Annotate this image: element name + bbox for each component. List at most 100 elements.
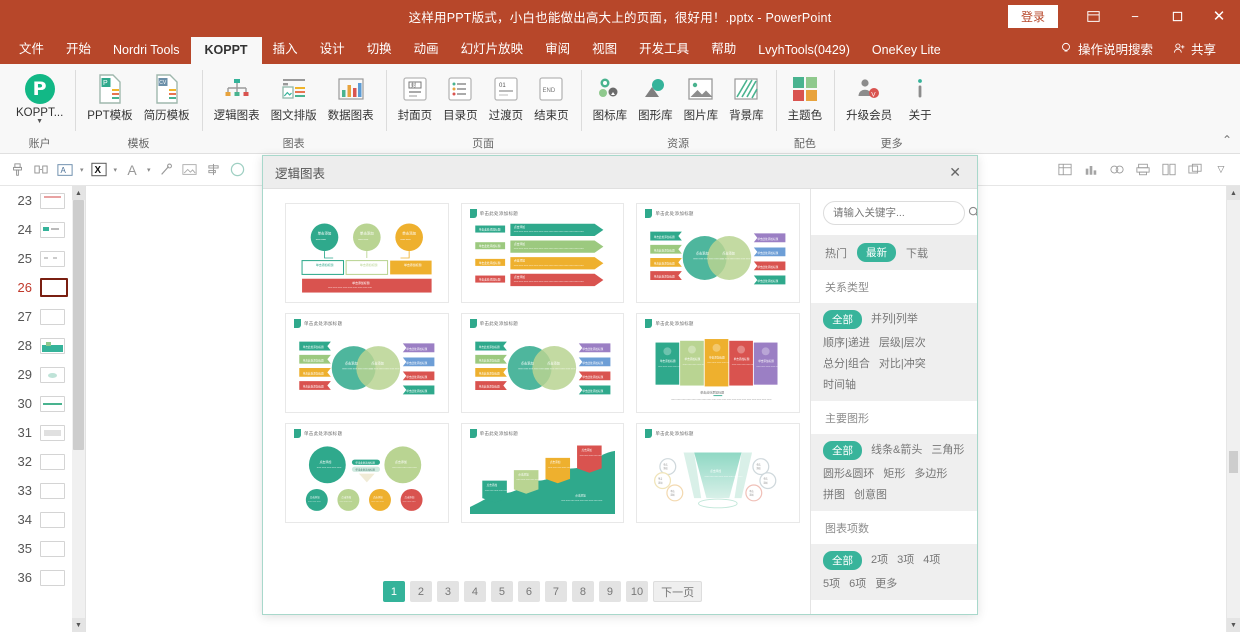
ribbon-tab-13[interactable]: LvyhTools(0429) — [747, 37, 861, 64]
chevron-down-icon[interactable]: ▼ — [36, 118, 43, 125]
filter-option-对比|冲突[interactable]: 对比|冲突 — [879, 355, 926, 371]
ribbon-button-结束页[interactable]: END 结束页 — [529, 69, 574, 126]
slide-item-35[interactable]: 35 — [0, 534, 72, 563]
ribbon-tab-12[interactable]: 帮助 — [700, 32, 747, 64]
filter-option-多边形[interactable]: 多边形 — [914, 465, 947, 481]
filter-option-层级|层次[interactable]: 层级|层次 — [879, 334, 926, 350]
chart-tool-icon[interactable] — [1080, 158, 1102, 182]
slide-thumbnail[interactable] — [40, 453, 65, 470]
slide-scroll-down-icon[interactable]: ▼ — [72, 618, 85, 632]
filter-option-创意图[interactable]: 创意图 — [854, 486, 887, 502]
dialog-close-icon[interactable]: ✕ — [945, 164, 965, 181]
ribbon-tab-0[interactable]: 文件 — [8, 32, 55, 64]
columns-tool-icon[interactable] — [1158, 158, 1180, 182]
ribbon-tab-4[interactable]: 插入 — [262, 32, 309, 64]
font-color-dropdown-icon[interactable]: ▾ — [145, 166, 153, 174]
slide-item-31[interactable]: 31 — [0, 418, 72, 447]
slide-thumbnail[interactable] — [40, 366, 65, 383]
page-button-2[interactable]: 2 — [409, 581, 432, 602]
ribbon-tab-6[interactable]: 切换 — [356, 32, 403, 64]
ribbon-tab-9[interactable]: 审阅 — [534, 32, 581, 64]
ribbon-button-图形库[interactable]: 图形库 — [633, 69, 678, 126]
slide-item-30[interactable]: 30 — [0, 389, 72, 418]
filter-option-全部[interactable]: 全部 — [823, 441, 862, 460]
filter-option-全部[interactable]: 全部 — [823, 551, 862, 570]
ribbon-button-逻辑图表[interactable]: 逻辑图表 — [209, 69, 265, 126]
main-scroll-thumb[interactable] — [1229, 451, 1238, 473]
sign-in-button[interactable]: 登录 — [1007, 4, 1058, 28]
slide-navigator-panel[interactable]: 23 24 25 26 27 28 29 30 31 32 33 34 35 36 — [0, 186, 72, 632]
smart-art-icon[interactable] — [1106, 158, 1128, 182]
filter-option-6项[interactable]: 6项 — [849, 575, 866, 591]
card-venn-banners-3[interactable]: 单击此处添加标题 点击添加 点击添加 ▪▪▪▪▪▪ ▪▪▪▪▪▪ ▪▪▪▪▪▪ ▪… — [460, 313, 625, 413]
slide-thumbnail[interactable] — [40, 511, 65, 528]
ribbon-button-图片库[interactable]: 图片库 — [679, 69, 724, 126]
slide-item-32[interactable]: 32 — [0, 447, 72, 476]
ribbon-tab-10[interactable]: 视图 — [581, 32, 628, 64]
sort-tab-最新[interactable]: 最新 — [857, 243, 896, 262]
filter-option-2项[interactable]: 2项 — [871, 551, 888, 570]
filter-option-总分|组合[interactable]: 总分|组合 — [823, 355, 870, 371]
tell-me-search[interactable]: 操作说明搜索 — [1050, 33, 1163, 64]
card-circle-cluster[interactable]: 单击此处添加标题 点击添加 点击添加 ▪▪▪▪▪▪ ▪▪▪▪▪▪ ▪▪▪▪▪▪ ▪… — [285, 423, 449, 523]
page-button-10[interactable]: 10 — [625, 581, 649, 602]
ribbon-display-options-icon[interactable] — [1072, 0, 1114, 32]
sort-tab-热门[interactable]: 热门 — [825, 245, 847, 261]
picture-replace-icon[interactable] — [179, 158, 201, 182]
slide-thumbnail[interactable] — [40, 221, 65, 238]
filter-option-3项[interactable]: 3项 — [897, 551, 914, 570]
ribbon-tab-1[interactable]: 开始 — [55, 32, 102, 64]
page-button-9[interactable]: 9 — [598, 581, 621, 602]
slide-thumbnail[interactable] — [40, 250, 65, 267]
ribbon-tab-7[interactable]: 动画 — [403, 32, 450, 64]
main-scrollbar[interactable]: ▲ ▼ — [1226, 186, 1240, 632]
ribbon-button-封面页[interactable]: 封封面页 — [393, 69, 438, 126]
share-button[interactable]: 共享 — [1163, 33, 1230, 64]
ribbon-button-数据图表[interactable]: 数据图表 — [323, 69, 379, 126]
clear-formatting-icon[interactable]: X — [88, 158, 110, 182]
ribbon-button-主题色[interactable]: 主题色 — [783, 69, 828, 126]
clear-formatting-dropdown-icon[interactable]: ▾ — [112, 166, 120, 174]
ribbon-button-关于[interactable]: 关于 — [898, 69, 942, 126]
slide-thumbnail[interactable] — [40, 569, 65, 586]
slide-scroll-up-icon[interactable]: ▲ — [72, 186, 85, 200]
card-funnel[interactable]: 单击此处添加标题 点击添加 ▪▪▪▪▪▪ ▪▪▪▪▪▪ ▪▪▪▪▪▪ ▪▪▪▪▪… — [636, 423, 800, 523]
page-button-6[interactable]: 6 — [517, 581, 540, 602]
ribbon-button-目录页[interactable]: 目录页 — [438, 69, 483, 126]
table-tool-icon[interactable] — [1054, 158, 1076, 182]
slide-thumbnail[interactable] — [40, 395, 65, 412]
layers-tool-icon[interactable] — [1184, 158, 1206, 182]
font-color-icon[interactable]: A — [121, 158, 143, 182]
filter-option-顺序|递进[interactable]: 顺序|递进 — [823, 334, 870, 350]
filter-option-圆形&圆环[interactable]: 圆形&圆环 — [823, 465, 874, 481]
print-tool-icon[interactable] — [1132, 158, 1154, 182]
minimize-icon[interactable]: − — [1114, 0, 1156, 32]
slide-thumbnail[interactable] — [40, 192, 65, 209]
slide-item-36[interactable]: 36 — [0, 563, 72, 592]
slide-item-29[interactable]: 29 — [0, 360, 72, 389]
slide-item-23[interactable]: 23 — [0, 186, 72, 215]
page-button-4[interactable]: 4 — [463, 581, 486, 602]
filter-option-4项[interactable]: 4项 — [923, 551, 940, 570]
card-curved-panels[interactable]: 单击此处添加标题 单击添加标题 ▪▪▪▪▪▪ ▪▪▪▪▪▪ ▪▪▪▪▪▪ ▪▪▪… — [636, 313, 800, 413]
slide-scroll-thumb[interactable] — [73, 200, 84, 450]
card-venn-banners[interactable]: 单击此处添加标题 点击添加 点击添加 ▪▪▪▪▪▪ ▪▪▪▪▪▪ ▪▪▪▪▪▪ ▪… — [636, 203, 800, 303]
filter-option-全部[interactable]: 全部 — [823, 310, 862, 329]
slide-thumbnail[interactable] — [40, 482, 65, 499]
card-arrow-bars[interactable]: 单击此处添加标题 单击此处添加标题 点击添加 ▪▪▪▪▪▪ ▪▪▪▪▪▪ ▪▪▪… — [460, 203, 625, 303]
ribbon-tab-8[interactable]: 幻灯片放映 — [450, 32, 535, 64]
text-box-icon[interactable]: A — [54, 158, 76, 182]
ribbon-tab-5[interactable]: 设计 — [309, 32, 356, 64]
filter-option-并列|列举[interactable]: 并列|列举 — [871, 310, 918, 329]
ribbon-button-KOPPT...[interactable]: P KOPPT... ▼ — [11, 69, 68, 128]
duplicate-shape-icon[interactable] — [30, 158, 52, 182]
page-button-5[interactable]: 5 — [490, 581, 513, 602]
search-box[interactable] — [823, 201, 977, 225]
close-window-icon[interactable]: ✕ — [1198, 0, 1240, 32]
search-icon[interactable] — [968, 206, 977, 221]
format-painter-icon[interactable] — [6, 158, 28, 182]
page-button-8[interactable]: 8 — [571, 581, 594, 602]
sort-tab-下载[interactable]: 下载 — [906, 245, 928, 261]
search-input[interactable] — [833, 207, 968, 219]
slide-item-25[interactable]: 25 — [0, 244, 72, 273]
